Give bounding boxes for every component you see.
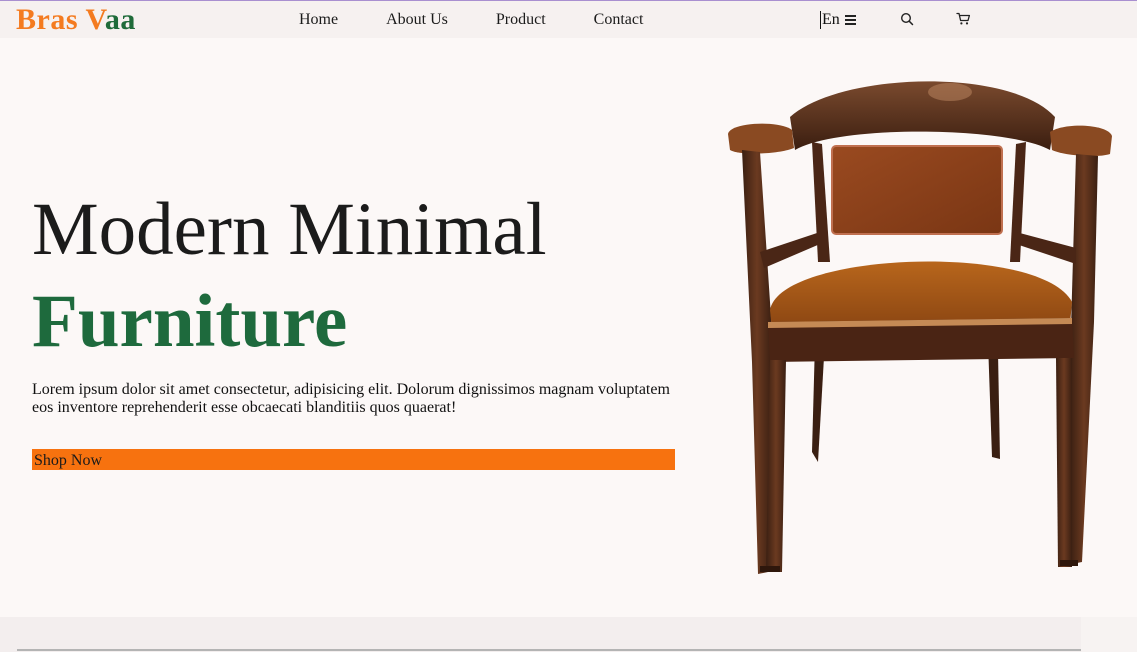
cart-icon[interactable] — [956, 12, 971, 26]
shop-now-button[interactable]: Shop Now — [32, 449, 675, 470]
text-caret — [820, 11, 821, 29]
hero-description: Lorem ipsum dolor sit amet consectetur, … — [32, 381, 670, 416]
right-gutter — [1081, 617, 1137, 652]
nav-link-product[interactable]: Product — [496, 11, 546, 29]
brand-logo-part1: Bras V — [16, 3, 105, 36]
nav-link-contact[interactable]: Contact — [594, 11, 644, 29]
language-label: En — [822, 11, 840, 28]
section-divider — [17, 649, 1081, 651]
brand-logo[interactable]: Bras Vaa — [16, 3, 136, 37]
hero-title-line1: Modern Minimal — [32, 188, 547, 271]
navbar: Bras Vaa Home About Us Product Contact E… — [0, 1, 1137, 38]
next-section-band — [0, 617, 1137, 652]
hero-title-line2: Furniture — [32, 280, 348, 363]
page: Bras Vaa Home About Us Product Contact E… — [0, 0, 1137, 652]
nav-link-about-us[interactable]: About Us — [386, 11, 448, 29]
search-icon[interactable] — [900, 12, 914, 26]
main-nav: Home About Us Product Contact — [299, 11, 643, 29]
brand-logo-part2: aa — [104, 3, 136, 36]
hero-chair-image — [720, 72, 1120, 577]
language-selector[interactable]: En — [820, 10, 856, 30]
hamburger-icon[interactable] — [844, 15, 856, 25]
nav-link-home[interactable]: Home — [299, 11, 338, 29]
